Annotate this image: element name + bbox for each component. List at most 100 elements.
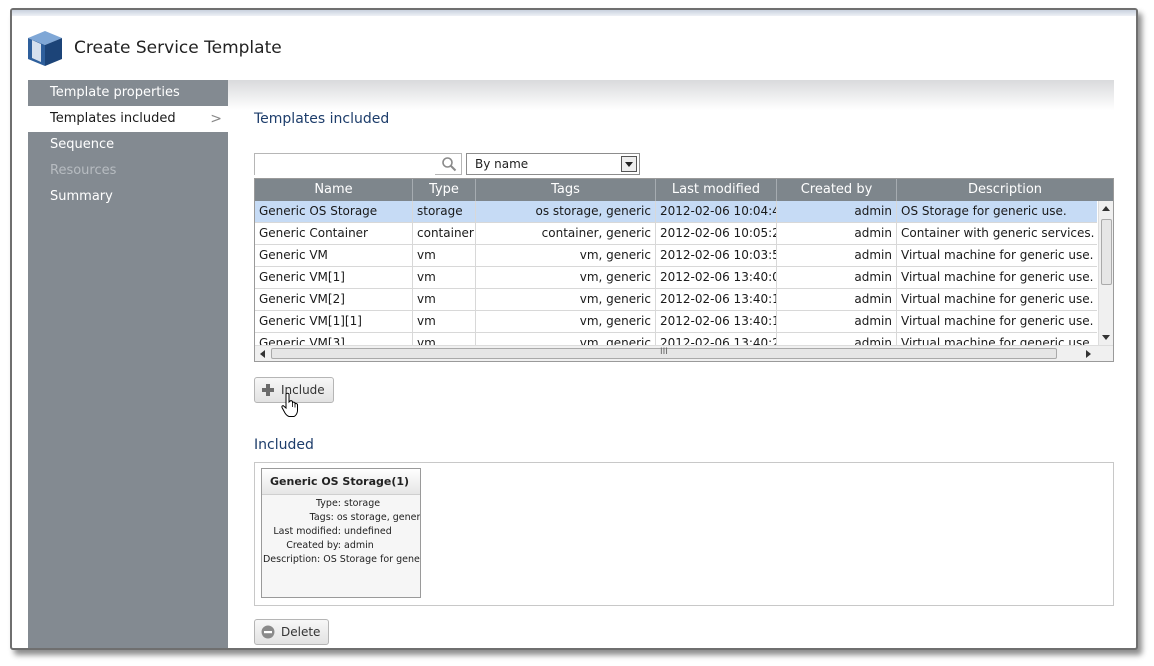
card-fields: Type: storage Tags: os storage, generic La… <box>262 495 420 567</box>
horizontal-scroll-thumb[interactable]: III <box>271 347 1057 359</box>
cell-tags: os storage, generic <box>476 201 656 223</box>
cell-created-by: admin <box>777 223 897 245</box>
cell-tags: vm, generic <box>476 267 656 289</box>
cell-name: Generic VM <box>255 245 413 267</box>
content-panel: Templates included By name Name Type Tag… <box>228 80 1114 648</box>
cell-name: Generic VM[1][1] <box>255 311 413 333</box>
window-top-strip <box>12 10 1136 16</box>
dialog-header: Create Service Template <box>26 26 282 70</box>
scroll-left-arrow-icon[interactable] <box>260 350 265 358</box>
nav-item-label: Template properties <box>50 85 180 100</box>
table-row[interactable]: Generic OS Storage storage os storage, g… <box>255 201 1097 223</box>
field-key: Description: <box>262 554 321 565</box>
cell-last-modified: 2012-02-06 13:40:1 <box>656 289 777 311</box>
vertical-scroll-thumb[interactable] <box>1101 219 1112 285</box>
field-key: Last modified: <box>273 526 341 537</box>
cell-description: Virtual machine for generic use. <box>901 248 1094 262</box>
delete-icon <box>261 625 275 639</box>
field-value: OS Storage for generic use. <box>323 554 420 565</box>
search-input[interactable] <box>254 153 462 175</box>
scroll-right-arrow-icon[interactable] <box>1086 350 1091 358</box>
nav-item-label: Summary <box>50 189 113 204</box>
card-title: Generic OS Storage(1) <box>262 469 420 495</box>
cell-created-by: admin <box>777 333 897 345</box>
table-row[interactable]: Generic Container container container, g… <box>255 223 1097 245</box>
table-row[interactable]: Generic VM[3] vm vm, generic 2012-02-06 … <box>255 333 1097 345</box>
search-text-field[interactable] <box>255 155 435 175</box>
grid-body: Generic OS Storage storage os storage, g… <box>255 201 1097 345</box>
cell-name: Generic Container <box>255 223 413 245</box>
field-value: admin <box>344 540 374 551</box>
cell-tags: vm, generic <box>476 333 656 345</box>
grid-header: Name Type Tags Last modified Created by … <box>255 179 1113 201</box>
nav-item-sequence[interactable]: Sequence <box>28 132 228 158</box>
delete-button[interactable]: Delete <box>254 619 330 645</box>
plus-icon <box>262 384 274 396</box>
cell-description: Container with generic services. <box>901 226 1095 240</box>
column-header-tags[interactable]: Tags <box>476 179 656 201</box>
cell-type: vm <box>413 267 476 289</box>
cell-last-modified: 2012-02-06 13:40:1 <box>656 311 777 333</box>
grid-horizontal-scrollbar[interactable]: III <box>255 345 1113 361</box>
cell-type: storage <box>413 201 476 223</box>
cell-type: vm <box>413 245 476 267</box>
dropdown-arrow-icon[interactable] <box>621 156 637 172</box>
cell-description: Virtual machine for generic use. <box>901 336 1094 345</box>
table-row[interactable]: Generic VM[1] vm vm, generic 2012-02-06 … <box>255 267 1097 289</box>
content-top-fade <box>228 80 1114 110</box>
cell-last-modified: 2012-02-06 13:40:0 <box>656 267 777 289</box>
cell-name: Generic VM[1] <box>255 267 413 289</box>
scroll-grip-icon: III <box>660 347 668 357</box>
cell-description: Virtual machine for generic use. <box>901 292 1094 306</box>
cell-created-by: admin <box>777 245 897 267</box>
nav-item-template-properties[interactable]: Template properties <box>28 80 228 106</box>
wizard-steps-nav: Template properties Templates included > … <box>28 80 228 648</box>
dialog-title: Create Service Template <box>74 38 282 58</box>
field-key: Tags: <box>309 512 334 523</box>
card-field-last-modified: Last modified: undefined <box>262 525 420 539</box>
cell-name: Generic VM[3] <box>255 333 413 345</box>
grid-vertical-scrollbar[interactable] <box>1098 201 1113 345</box>
nav-item-summary[interactable]: Summary <box>28 184 228 210</box>
table-row[interactable]: Generic VM[1][1] vm vm, generic 2012-02-… <box>255 311 1097 333</box>
column-header-last-modified[interactable]: Last modified <box>656 179 777 201</box>
cell-type: vm <box>413 311 476 333</box>
card-field-type: Type: storage <box>262 497 420 511</box>
cell-tags: container, generic <box>476 223 656 245</box>
table-row[interactable]: Generic VM vm vm, generic 2012-02-06 10:… <box>255 245 1097 267</box>
delete-button-label: Delete <box>281 625 321 639</box>
cell-type: container <box>413 223 476 245</box>
cell-created-by: admin <box>777 267 897 289</box>
cell-created-by: admin <box>777 201 897 223</box>
cell-type: vm <box>413 333 476 345</box>
cell-name: Generic OS Storage <box>255 201 413 223</box>
field-value: storage <box>344 498 381 509</box>
sort-select-value: By name <box>475 157 529 171</box>
column-header-created-by[interactable]: Created by <box>777 179 897 201</box>
column-header-name[interactable]: Name <box>255 179 413 201</box>
nav-item-templates-included[interactable]: Templates included > <box>28 106 228 132</box>
templates-grid: Name Type Tags Last modified Created by … <box>254 178 1114 362</box>
field-value: os storage, generic <box>336 512 420 523</box>
column-header-description[interactable]: Description <box>897 179 1113 201</box>
field-value: undefined <box>344 526 392 537</box>
included-templates-area: Generic OS Storage(1) Type: storage Tags:… <box>254 462 1114 606</box>
chevron-right-icon: > <box>210 111 222 127</box>
scroll-down-arrow-icon[interactable] <box>1102 335 1110 340</box>
dialog-window: Create Service Template Template propert… <box>10 8 1138 650</box>
nav-item-label: Sequence <box>50 137 115 152</box>
cell-tags: vm, generic <box>476 311 656 333</box>
table-row[interactable]: Generic VM[2] vm vm, generic 2012-02-06 … <box>255 289 1097 311</box>
included-template-card[interactable]: Generic OS Storage(1) Type: storage Tags:… <box>261 468 421 598</box>
field-key: Type: <box>315 498 341 509</box>
sort-select[interactable]: By name <box>466 153 640 175</box>
cell-tags: vm, generic <box>476 245 656 267</box>
field-key: Created by: <box>286 540 341 551</box>
search-icon[interactable] <box>441 156 457 172</box>
cell-last-modified: 2012-02-06 10:04:4 <box>656 201 777 223</box>
cell-last-modified: 2012-02-06 13:40:2 <box>656 333 777 345</box>
card-field-created-by: Created by: admin <box>262 539 420 553</box>
scroll-up-arrow-icon[interactable] <box>1102 206 1110 211</box>
column-header-type[interactable]: Type <box>413 179 476 201</box>
hand-cursor-icon <box>281 392 298 417</box>
